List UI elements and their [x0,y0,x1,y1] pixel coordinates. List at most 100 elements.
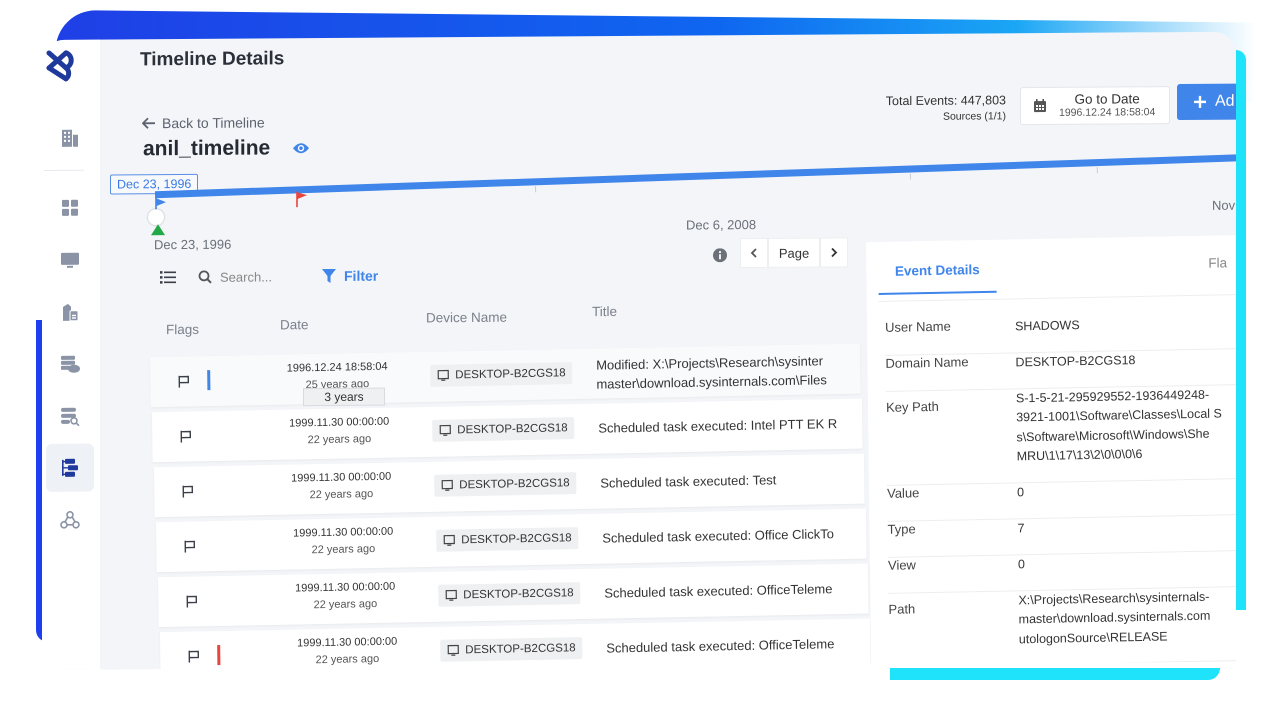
row-device-badge[interactable]: DESKTOP-B2CGS18 [432,417,575,442]
timeline-tick [534,186,537,193]
detail-value[interactable]: SHADOWS [1015,313,1236,337]
row-device-badge[interactable]: DESKTOP-B2CGS18 [440,637,583,662]
row-date-cell: 1999.11.30 00:00:00 22 years ago [286,471,396,502]
timeline-flag-red-icon[interactable] [296,191,308,208]
row-title-line: Scheduled task executed: Intel PTT EK R [598,416,838,436]
table-row[interactable]: 1999.11.30 00:00:00 22 years ago DESKTOP… [160,618,871,670]
monitor-icon [445,589,457,601]
row-date: 1996.12.24 18:58:04 [286,360,388,375]
row-device-badge[interactable]: DESKTOP-B2CGS18 [436,527,579,552]
row-relative-time: 22 years ago [311,542,376,557]
row-device-badge[interactable]: DESKTOP-B2CGS18 [430,362,573,387]
sources-count[interactable]: Sources (1/1) [870,110,1006,123]
row-date-cell: 1999.11.30 00:00:00 22 years ago [284,416,394,447]
decorative-bar-right [1236,50,1246,610]
flag-icon[interactable] [184,540,196,553]
column-header-device-name[interactable]: Device Name [426,310,507,326]
tab-event-details[interactable]: Event Details [878,261,997,296]
flag-icon[interactable] [178,375,190,388]
detail-key: Key Path [885,398,939,415]
eye-icon[interactable] [292,141,310,155]
row-title: Scheduled task executed: Office ClickTo [602,524,872,548]
sidebar-item-cases[interactable] [46,288,94,336]
row-device-name: DESKTOP-B2CGS18 [455,367,566,382]
timeline-tree-icon [62,458,78,477]
row-date-cell: 1999.11.30 00:00:00 22 years ago [290,581,400,612]
timeline-track[interactable] [154,152,1236,199]
column-header-title[interactable]: Title [592,304,617,319]
timeline-end-label: Nov [1212,197,1236,213]
row-title: Scheduled task executed: OfficeTeleme [606,634,876,658]
event-stats: Total Events: 447,803 Sources (1/1) [870,93,1006,123]
detail-value[interactable]: X:\Projects\Research\sysinternals-master… [1018,587,1236,650]
tab-flags[interactable]: Fla [1208,255,1227,270]
column-header-date[interactable]: Date [280,317,309,332]
monitor-icon [61,252,79,268]
detail-value[interactable]: 7 [1017,515,1236,539]
details-tabs: Event Details Fla [877,233,1236,303]
flag-icon[interactable] [186,595,198,608]
decorative-bar-bottom [890,668,1220,680]
row-title-line: Scheduled task executed: Test [600,472,777,491]
flag-color-bar [207,370,211,391]
row-device-badge[interactable]: DESKTOP-B2CGS18 [438,582,581,607]
table-row[interactable]: 1999.11.30 00:00:00 22 years ago DESKTOP… [154,453,865,518]
detail-key: Path [888,601,916,617]
search-icon [198,270,212,284]
detail-value[interactable]: 0 [1017,479,1236,503]
detail-key: Domain Name [885,354,969,371]
add-button[interactable]: Ad [1177,83,1236,121]
table-row[interactable]: 1999.11.30 00:00:00 22 years ago DESKTOP… [158,563,869,628]
table-row[interactable]: 1999.11.30 00:00:00 22 years ago DESKTOP… [156,508,867,573]
previous-page-button[interactable] [740,237,768,269]
server-cloud-icon [61,355,80,373]
page-title: Timeline Details [140,48,285,71]
monitor-icon [441,479,453,491]
sidebar-item-cloud-sources[interactable] [46,340,94,388]
detail-value[interactable]: DESKTOP-B2CGS18 [1015,349,1236,373]
go-to-date-label: Go to Date [1074,91,1140,107]
detail-key: Type [887,521,916,537]
row-date: 1999.11.30 00:00:00 [297,635,398,650]
table-toolbar: Filter [160,268,378,286]
timeline-tick [909,173,912,180]
sidebar-item-search-data[interactable] [46,392,94,440]
go-to-date-button[interactable]: Go to Date 1996.12.24 18:58:04 [1020,86,1170,126]
search-box [198,268,290,285]
app-logo[interactable] [44,46,74,82]
timeline-name-heading: anil_timeline [143,136,310,161]
row-title: Scheduled task executed: Intel PTT EK R [598,414,868,438]
filter-button[interactable]: Filter [322,268,378,284]
timeline-start-handle[interactable] [148,209,164,226]
info-icon[interactable] [713,248,727,263]
row-title-line: Scheduled task executed: OfficeTeleme [604,581,833,601]
sidebar-item-dashboard[interactable] [46,184,94,232]
filter-label: Filter [344,267,379,284]
sidebar-item-devices[interactable] [46,236,94,284]
flag-icon[interactable] [180,430,192,443]
flag-icon[interactable] [188,650,200,663]
timeline-tick [1096,167,1098,174]
pagination: Page [740,237,848,269]
building-icon [62,129,78,147]
row-device-badge[interactable]: DESKTOP-B2CGS18 [434,472,577,497]
column-header-flags[interactable]: Flags [166,322,199,337]
sidebar-item-timelines[interactable] [46,443,94,492]
detail-value[interactable]: 0 [1018,551,1236,575]
flag-icon[interactable] [182,485,194,498]
search-input[interactable] [220,268,290,285]
row-date: 1999.11.30 00:00:00 [293,525,394,540]
detail-value[interactable]: S-1-5-21-295929552-1936449248- 3921-1001\… [1016,385,1236,467]
page-selector[interactable]: Page [768,237,820,268]
table-row[interactable]: 1999.11.30 00:00:00 22 years ago DESKTOP… [152,398,863,463]
sidebar-item-integrations[interactable] [46,496,94,544]
list-view-icon[interactable] [160,270,176,284]
row-date: 1999.11.30 00:00:00 [289,415,390,430]
next-page-button[interactable] [820,237,848,268]
sidebar-divider [44,169,84,171]
table-row[interactable]: 1996.12.24 18:58:04 25 years ago DESKTOP… [150,343,861,408]
back-to-timeline-link[interactable]: Back to Timeline [142,114,265,131]
sidebar-item-organizations[interactable] [46,114,94,162]
row-title-line: Scheduled task executed: OfficeTeleme [606,636,835,656]
add-label: Ad [1215,92,1235,110]
